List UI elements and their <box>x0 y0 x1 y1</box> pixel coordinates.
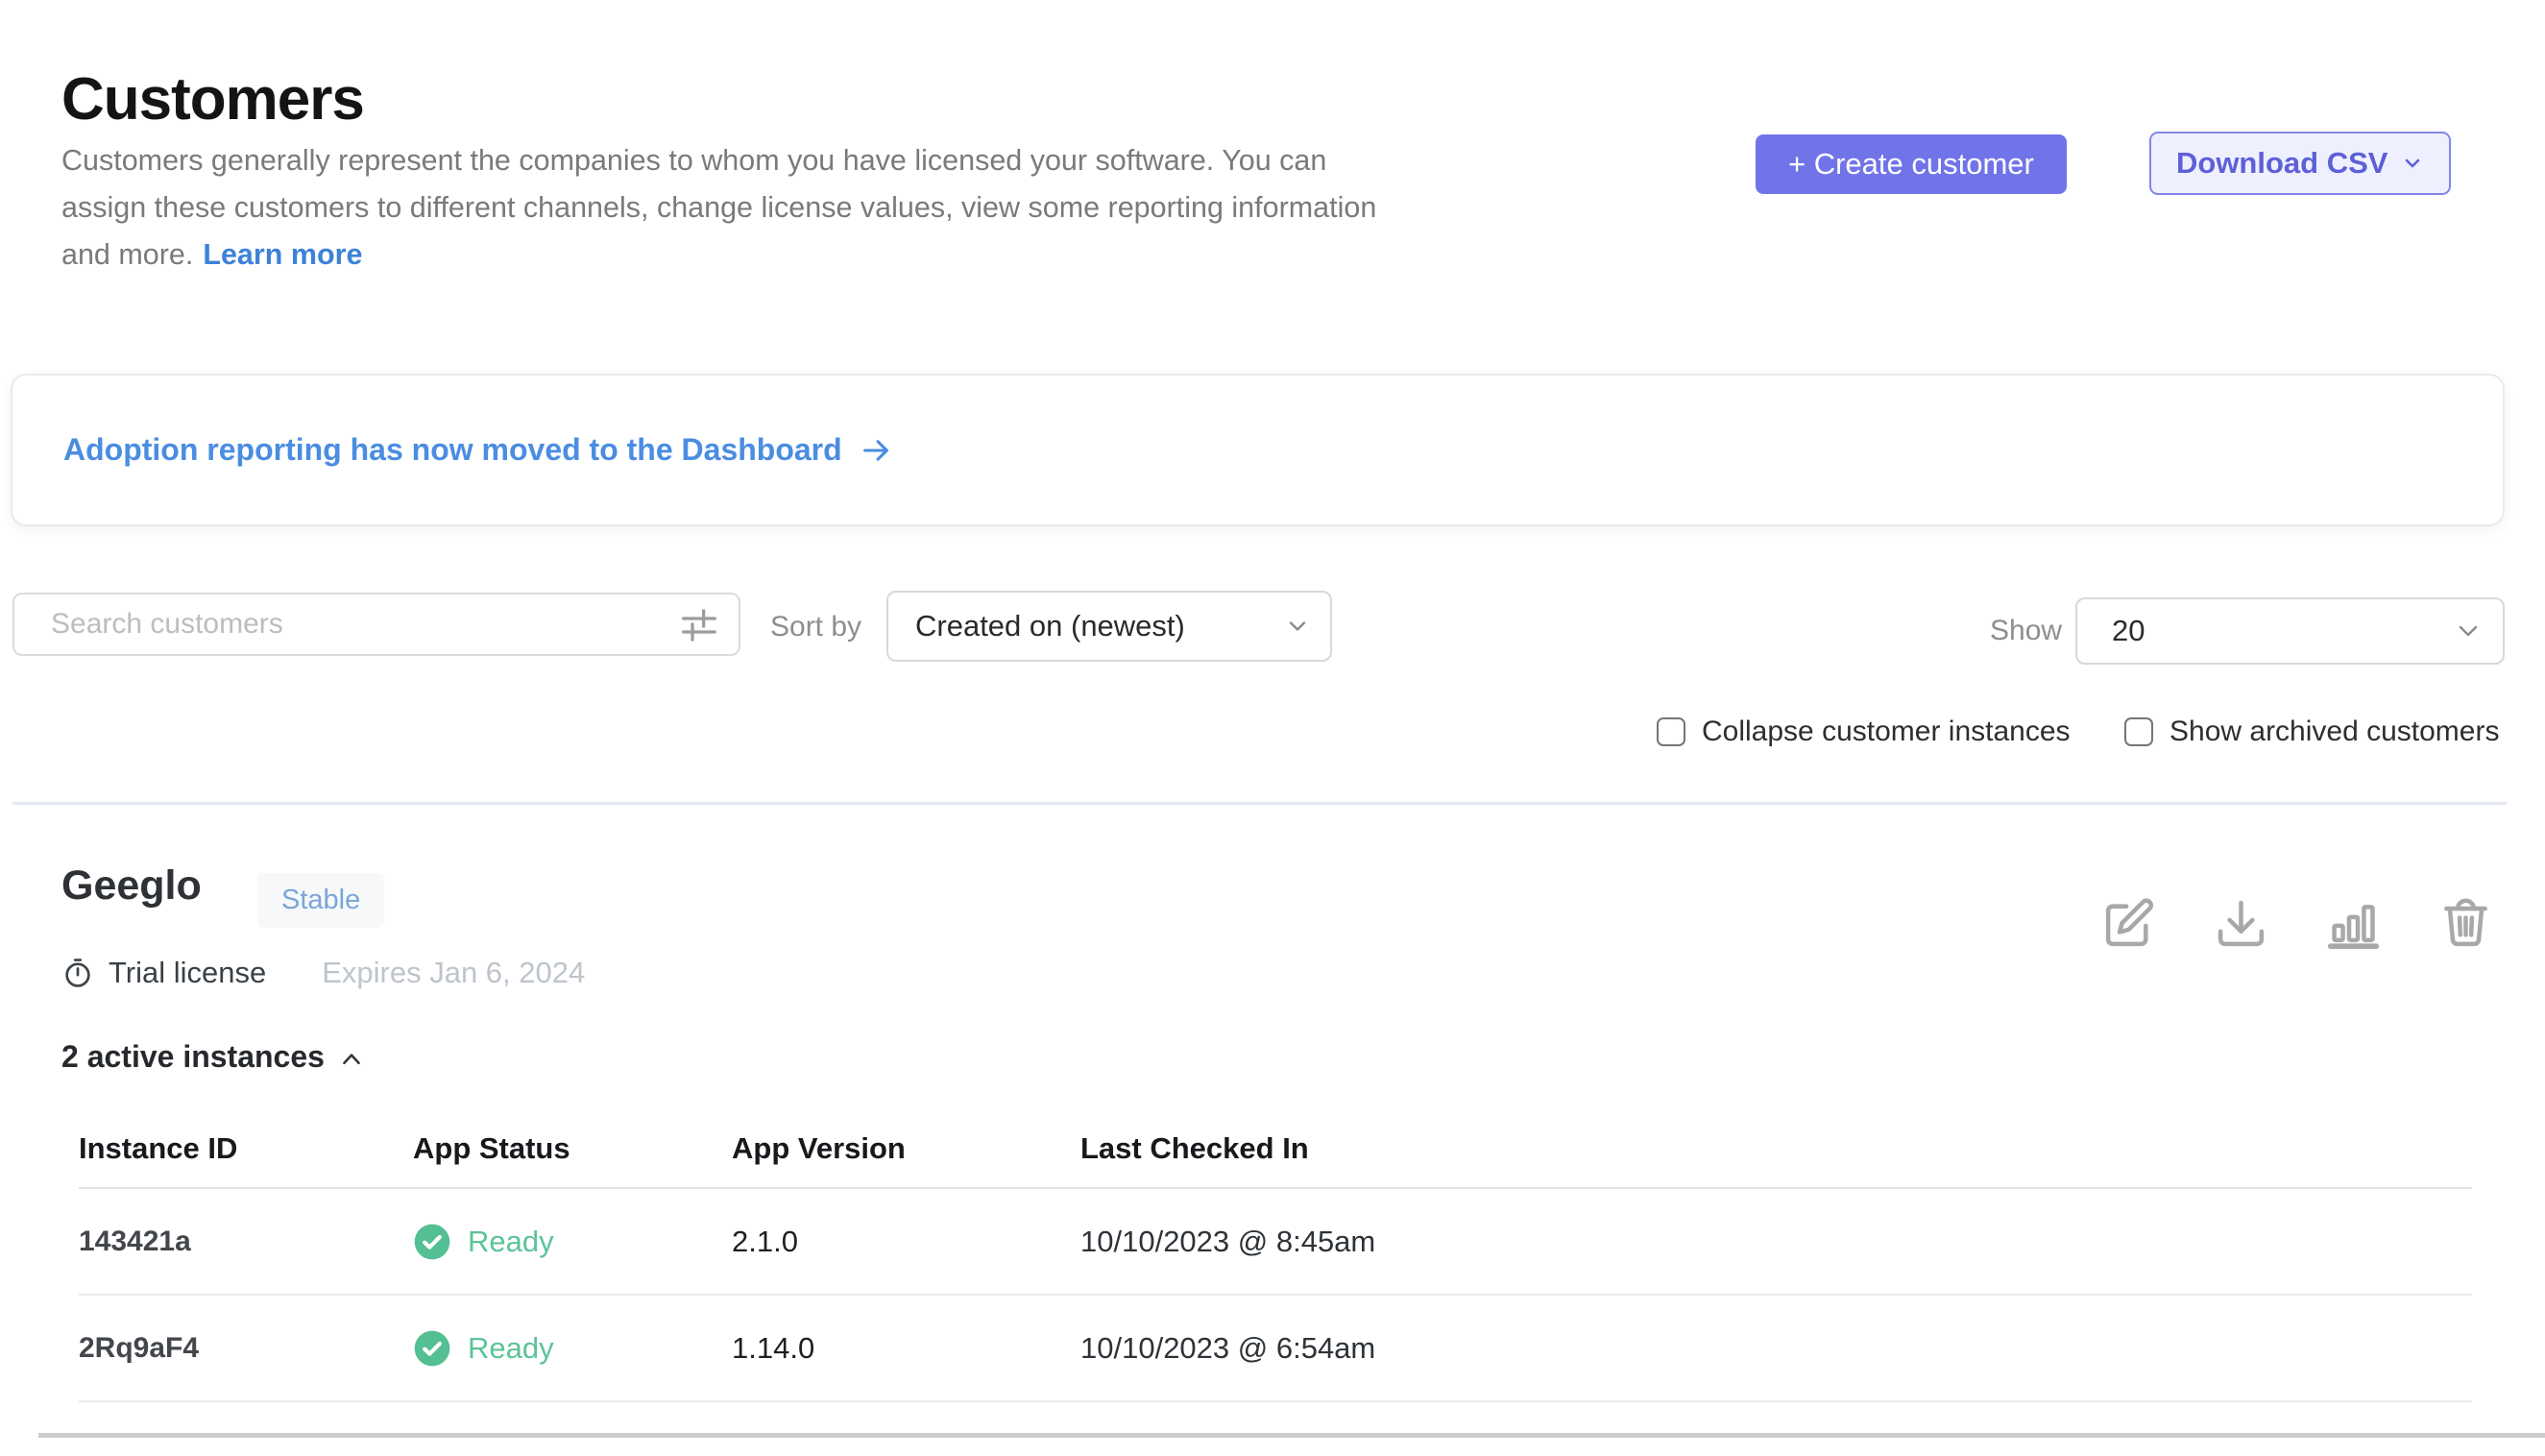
download-license-icon[interactable] <box>2214 896 2268 951</box>
arrow-right-icon <box>860 434 892 467</box>
app-status-cell: Ready <box>413 1223 732 1261</box>
last-checked-in: 10/10/2023 @ 6:54am <box>1080 1331 2472 1366</box>
sort-by-label: Sort by <box>770 593 861 662</box>
search-customers-box <box>12 593 740 656</box>
instance-row: 2Rq9aF4 Ready 1.14.0 10/10/2023 @ 6:54am <box>79 1296 2472 1402</box>
col-header-app-version: App Version <box>732 1131 1080 1166</box>
page-description: Customers generally represent the compan… <box>61 137 1376 279</box>
active-instances-toggle[interactable]: 2 active instances <box>61 1039 366 1075</box>
show-per-page-select[interactable]: 20 <box>2075 597 2505 665</box>
customer-name: Geeglo <box>61 862 202 910</box>
app-version: 1.14.0 <box>732 1331 1080 1366</box>
show-label: Show <box>1990 597 2062 665</box>
section-divider <box>12 802 2507 805</box>
show-archived-checkbox[interactable] <box>2124 717 2153 746</box>
adoption-reporting-link[interactable]: Adoption reporting has now moved to the … <box>63 432 892 468</box>
collapse-instances-label: Collapse customer instances <box>1702 716 2071 748</box>
trial-timer-icon <box>61 957 94 989</box>
check-circle-icon <box>413 1223 451 1261</box>
instance-id: 2Rq9aF4 <box>79 1332 413 1365</box>
learn-more-link[interactable]: Learn more <box>203 238 362 271</box>
app-status: Ready <box>468 1331 554 1366</box>
channel-badge: Stable <box>257 873 384 928</box>
search-input[interactable] <box>14 595 739 654</box>
download-csv-label: Download CSV <box>2176 146 2387 181</box>
bar-chart-icon[interactable] <box>2326 896 2381 951</box>
show-select-value: 20 <box>2112 614 2145 648</box>
adoption-reporting-text: Adoption reporting has now moved to the … <box>63 432 842 468</box>
show-archived-label: Show archived customers <box>2169 716 2499 748</box>
app-status: Ready <box>468 1225 554 1259</box>
create-customer-button[interactable]: + Create customer <box>1756 134 2067 194</box>
page-title: Customers <box>61 65 364 133</box>
filter-sliders-icon[interactable] <box>679 605 719 645</box>
instance-row: 143421a Ready 2.1.0 10/10/2023 @ 8:45am <box>79 1189 2472 1296</box>
col-header-instance-id: Instance ID <box>79 1131 413 1166</box>
collapse-instances-option: Collapse customer instances <box>1657 716 2071 748</box>
instances-table: Instance ID App Status App Version Last … <box>79 1131 2472 1402</box>
trash-icon[interactable] <box>2438 896 2493 951</box>
description-line: Customers generally represent the compan… <box>61 137 1376 184</box>
chevron-down-icon <box>2401 152 2424 175</box>
active-instances-label: 2 active instances <box>61 1039 325 1075</box>
download-csv-button[interactable]: Download CSV <box>2149 132 2451 195</box>
page-bottom-divider <box>38 1433 2545 1438</box>
description-line: and more. <box>61 238 193 271</box>
instance-id: 143421a <box>79 1225 413 1258</box>
sort-select-value: Created on (newest) <box>915 609 1185 643</box>
col-header-app-status: App Status <box>413 1131 732 1166</box>
license-expiry: Expires Jan 6, 2024 <box>322 956 585 990</box>
sort-select[interactable]: Created on (newest) <box>886 591 1332 662</box>
customer-actions <box>2101 896 2493 951</box>
col-header-last-checked-in: Last Checked In <box>1080 1131 2472 1166</box>
app-status-cell: Ready <box>413 1329 732 1368</box>
edit-customer-icon[interactable] <box>2101 896 2156 951</box>
collapse-instances-checkbox[interactable] <box>1657 717 1685 746</box>
license-info-row: Trial license Expires Jan 6, 2024 <box>61 956 585 990</box>
adoption-reporting-banner: Adoption reporting has now moved to the … <box>11 374 2505 526</box>
license-type: Trial license <box>109 956 266 990</box>
chevron-down-icon <box>2453 616 2484 646</box>
instances-table-header: Instance ID App Status App Version Last … <box>79 1131 2472 1189</box>
last-checked-in: 10/10/2023 @ 8:45am <box>1080 1225 2472 1259</box>
chevron-down-icon <box>1284 613 1311 640</box>
app-version: 2.1.0 <box>732 1225 1080 1259</box>
check-circle-icon <box>413 1329 451 1368</box>
show-archived-option: Show archived customers <box>2124 716 2499 748</box>
description-line: assign these customers to different chan… <box>61 184 1376 231</box>
chevron-up-icon <box>337 1045 366 1074</box>
